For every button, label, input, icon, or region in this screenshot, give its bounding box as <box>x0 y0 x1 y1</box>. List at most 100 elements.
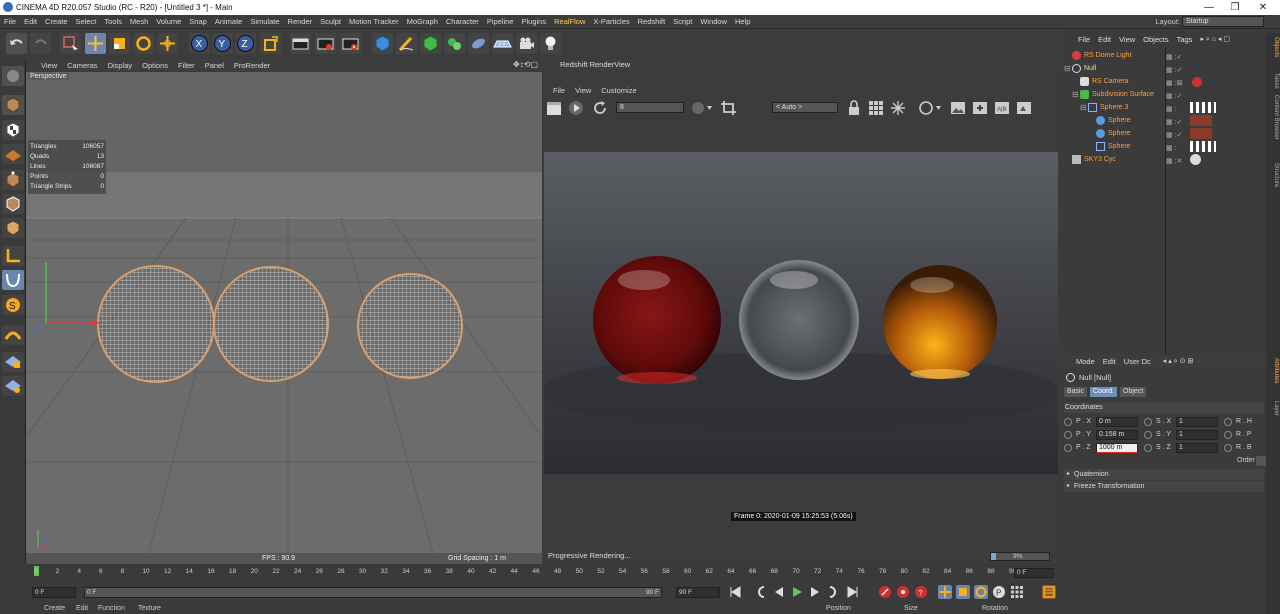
channel-icon[interactable] <box>690 100 714 116</box>
start-frame-field[interactable]: 0 F <box>32 587 76 598</box>
material-tags-icon[interactable] <box>1190 115 1212 126</box>
move-tool-icon[interactable] <box>85 33 106 54</box>
object-name[interactable]: SKY3 Cyc <box>1084 153 1116 166</box>
cloner-icon[interactable] <box>444 33 465 54</box>
clapper-icon[interactable] <box>546 100 562 116</box>
zoom-select[interactable]: < Auto > <box>772 102 838 113</box>
coord-p-x-field[interactable]: 0 m <box>1096 417 1138 427</box>
object-row-sphere-3[interactable]: ⊟ Sphere.3 ▦ : <box>1062 101 1266 114</box>
redo-icon[interactable] <box>30 33 51 54</box>
om-menu-objects[interactable]: Objects <box>1139 35 1172 44</box>
object-row-sphere[interactable]: Sphere ▦ :✓ <box>1062 114 1266 127</box>
snowflake-icon[interactable] <box>890 100 906 116</box>
attr-menu-user-data[interactable]: User Dc <box>1120 357 1155 366</box>
scale-tool-icon[interactable] <box>109 33 130 54</box>
make-editable-icon[interactable] <box>2 66 24 86</box>
end-frame-field[interactable]: 90 F <box>676 587 720 598</box>
cube-object-icon[interactable] <box>372 33 393 54</box>
attr-tab-coord[interactable]: Coord. <box>1090 387 1118 397</box>
model-mode-icon[interactable] <box>2 95 24 115</box>
keyframe-icon[interactable] <box>1224 431 1232 439</box>
keyframe-icon[interactable] <box>1144 431 1152 439</box>
soft-selection-icon[interactable] <box>2 325 24 345</box>
position-key-icon[interactable] <box>938 585 952 599</box>
floor-environment-icon[interactable] <box>492 33 513 54</box>
coord-p-z-field[interactable]: 1000 m <box>1096 443 1138 453</box>
object-name[interactable]: Sphere <box>1108 140 1131 153</box>
lock-icon[interactable] <box>846 100 862 116</box>
attr-nav-icons[interactable]: ◂ ▴ ⌕ ⊙ ⊞ <box>1163 357 1193 366</box>
current-frame-field[interactable]: 0 F <box>1014 568 1054 578</box>
material-menu-texture[interactable]: Texture <box>138 603 161 614</box>
object-row-sky3-cyc[interactable]: SKY3 Cyc ▦ :✕ <box>1062 153 1266 166</box>
menu-tools[interactable]: Tools <box>100 17 126 26</box>
point-level-animation-icon[interactable] <box>1010 585 1024 599</box>
undo-icon[interactable] <box>6 33 27 54</box>
object-row-sphere[interactable]: Sphere ▦ :✓ <box>1062 127 1266 140</box>
menu-script[interactable]: Script <box>669 17 696 26</box>
om-menu-file[interactable]: File <box>1074 35 1094 44</box>
rotation-key-icon[interactable] <box>974 585 988 599</box>
points-mode-icon[interactable] <box>2 170 24 190</box>
menu-window[interactable]: Window <box>696 17 731 26</box>
viewport-menu-display[interactable]: Display <box>103 61 138 70</box>
menu-render[interactable]: Render <box>284 17 317 26</box>
renderview-menu-file[interactable]: File <box>548 86 570 95</box>
side-tab-content-browser[interactable]: Content Browser <box>1267 95 1279 140</box>
render-to-picture-viewer-icon[interactable] <box>315 33 336 54</box>
menu-file[interactable]: File <box>0 17 20 26</box>
viewport-menu-filter[interactable]: Filter <box>173 61 200 70</box>
menu-realflow[interactable]: RealFlow <box>550 17 589 26</box>
viewport-nav-icon[interactable]: ✥↕⟲▢ <box>513 60 538 69</box>
refresh-icon[interactable] <box>592 100 608 116</box>
material-menu-function[interactable]: Function <box>98 603 125 614</box>
go-to-end-icon[interactable] <box>846 585 860 599</box>
side-tab-layer[interactable]: Layer <box>1267 401 1279 416</box>
play-icon[interactable] <box>568 100 584 116</box>
coord-s-z-field[interactable]: 1 <box>1176 443 1218 453</box>
menu-redshift[interactable]: Redshift <box>634 17 670 26</box>
material-tags-icon[interactable] <box>1190 128 1212 139</box>
viewport-camera-label[interactable]: Perspective <box>28 73 69 80</box>
attr-tab-basic[interactable]: Basic <box>1064 387 1088 397</box>
locked-workplane-icon[interactable] <box>2 352 24 372</box>
object-row-rs-camera[interactable]: RS Camera ▦ :⊠ <box>1062 75 1266 88</box>
spline-pen-icon[interactable] <box>396 33 417 54</box>
keyframe-icon[interactable] <box>1064 418 1072 426</box>
polygons-mode-icon[interactable] <box>2 218 24 238</box>
rotate-tool-icon[interactable] <box>133 33 154 54</box>
material-menu-create[interactable]: Create <box>44 603 65 614</box>
aov-select[interactable]: 8 <box>616 102 684 113</box>
grid-icon[interactable] <box>868 100 884 116</box>
minimize-button[interactable]: — <box>1196 0 1222 15</box>
menu-snap[interactable]: Snap <box>185 17 211 26</box>
workplane-mode-icon[interactable] <box>2 144 24 164</box>
expand-icon[interactable]: ⊟ <box>1064 62 1071 75</box>
keyframe-icon[interactable] <box>1144 418 1152 426</box>
object-row-rs-dome-light[interactable]: RS Dome Light ▦ :✓ <box>1062 49 1266 62</box>
attr-tab-object[interactable]: Object <box>1120 387 1147 397</box>
render-output-image[interactable] <box>544 152 1058 474</box>
menu-pipeline[interactable]: Pipeline <box>483 17 518 26</box>
coordinate-system-icon[interactable] <box>260 33 281 54</box>
keyframe-icon[interactable] <box>1224 418 1232 426</box>
keyframe-icon[interactable] <box>1064 431 1072 439</box>
object-name[interactable]: Null <box>1084 62 1096 75</box>
object-name[interactable]: Subdivision Surface <box>1092 88 1154 101</box>
compare-icon[interactable]: A|B <box>994 100 1010 116</box>
z-axis-lock-icon[interactable]: Z <box>235 33 256 54</box>
object-name[interactable]: Sphere <box>1108 114 1131 127</box>
previous-key-icon[interactable] <box>754 585 768 599</box>
menu-mesh[interactable]: Mesh <box>126 17 152 26</box>
material-tag-icon[interactable] <box>1190 154 1201 165</box>
quaternion-section[interactable]: ▸ Quaternion <box>1064 469 1264 480</box>
axis-mode-icon[interactable] <box>2 246 24 266</box>
viewport-menu-options[interactable]: Options <box>137 61 173 70</box>
play-forward-icon[interactable] <box>790 585 804 599</box>
camera-object-icon[interactable] <box>516 33 537 54</box>
menu-character[interactable]: Character <box>442 17 483 26</box>
keyframe-icon[interactable] <box>1224 444 1232 452</box>
timeline-ruler[interactable]: 0 2 4 6 8 10 12 14 16 18 20 22 24 26 28 30 32 34 36 38 40 42 4… <box>26 564 1060 581</box>
expand-icon[interactable]: ⊟ <box>1072 88 1079 101</box>
perspective-viewport[interactable]: Perspective Triangles 106057 Quads 13 Line… <box>26 72 542 564</box>
